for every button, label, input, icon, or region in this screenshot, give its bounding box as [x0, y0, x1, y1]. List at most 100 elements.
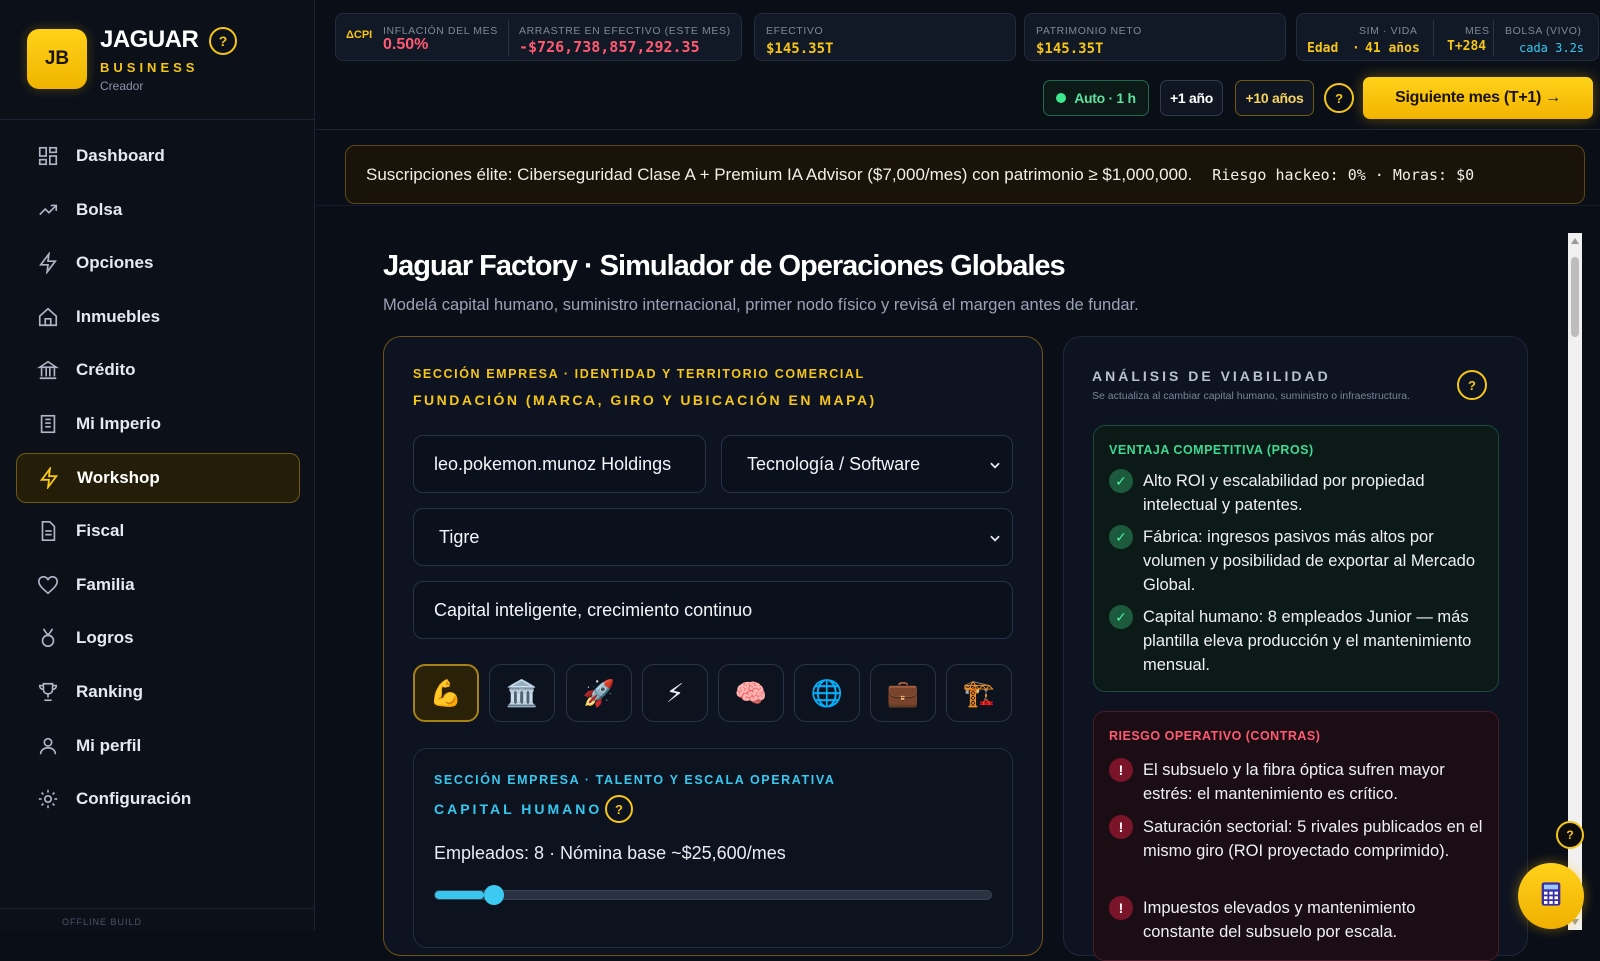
- sidebar-item-dashboard[interactable]: Dashboard: [16, 131, 300, 181]
- sidebar-item-opciones[interactable]: Opciones: [16, 238, 300, 288]
- sidebar-item-inmuebles[interactable]: Inmuebles: [16, 292, 300, 342]
- employees-slider[interactable]: [434, 885, 992, 905]
- user-icon: [36, 734, 60, 758]
- check-icon: ✓: [1109, 469, 1133, 493]
- pro-text: Alto ROI y escalabilidad por propiedad i…: [1143, 472, 1425, 514]
- sidebar-item-logros[interactable]: Logros: [16, 613, 300, 663]
- month-value: T+284: [1447, 39, 1487, 54]
- brand-name: JAGUAR: [100, 26, 199, 53]
- identity-section-tag: SECCIÓN EMPRESA · IDENTIDAD Y TERRITORIO…: [413, 367, 865, 381]
- help-icon[interactable]: ?: [605, 795, 633, 823]
- viability-title: ANÁLISIS DE VIABILIDAD: [1092, 368, 1331, 384]
- cons-title: RIESGO OPERATIVO (CONTRAS): [1109, 729, 1321, 743]
- check-icon: ✓: [1109, 605, 1133, 629]
- help-icon[interactable]: ?: [1324, 83, 1354, 113]
- auto-label: Auto · 1 h: [1074, 90, 1136, 106]
- sidebar-item-label: Mi Imperio: [76, 413, 162, 433]
- scroll-up-icon[interactable]: [1571, 238, 1579, 244]
- rocket-icon[interactable]: 🚀: [566, 664, 632, 722]
- month-label: MES: [1465, 25, 1490, 37]
- top-bar: ΔCPI INFLACIÓN DEL MES 0.50% ARRASTRE EN…: [316, 0, 1600, 130]
- bank-icon[interactable]: 🏛️: [489, 664, 555, 722]
- sidebar-item-configuracion[interactable]: Configuración: [16, 774, 300, 824]
- sidebar-item-label: Dashboard: [76, 146, 165, 165]
- sidebar-item-ranking[interactable]: Ranking: [16, 667, 300, 717]
- cash-value: $145.35T: [766, 41, 834, 57]
- slider-thumb[interactable]: [484, 885, 504, 905]
- location-select-value: Tigre: [439, 526, 480, 547]
- scroll-thumb[interactable]: [1571, 257, 1579, 337]
- help-icon[interactable]: ?: [209, 27, 237, 55]
- sidebar-item-label: Inmuebles: [76, 306, 161, 326]
- globe-icon[interactable]: 🌐: [794, 664, 860, 722]
- stock-value: cada 3.2s: [1519, 41, 1585, 55]
- construction-icon[interactable]: 🏗️: [946, 664, 1012, 722]
- page-subtitle: Modelá capital humano, suministro intern…: [383, 296, 1139, 314]
- chevron-down-icon: [988, 529, 1002, 550]
- con-text: Impuestos elevados y mantenimiento const…: [1143, 899, 1416, 941]
- heart-icon: [36, 573, 60, 597]
- brand-logo[interactable]: JB: [27, 29, 87, 89]
- footer-build: OFFLINE BUILD: [0, 908, 315, 930]
- page-title: Jaguar Factory · Simulador de Operacione…: [383, 250, 1066, 282]
- bolt-icon: [36, 251, 60, 275]
- alert-icon: !: [1109, 758, 1133, 782]
- gear-icon: [36, 787, 60, 811]
- muscle-icon[interactable]: 💪: [413, 664, 479, 722]
- home-icon: [36, 305, 60, 329]
- list-item: ✓ Fábrica: ingresos pasivos más altos po…: [1109, 525, 1489, 597]
- live-dot-icon: [1056, 93, 1067, 103]
- slogan-input[interactable]: Capital inteligente, crecimiento continu…: [413, 581, 1013, 639]
- medal-icon: [36, 626, 60, 650]
- briefcase-icon[interactable]: 💼: [870, 664, 936, 722]
- divider: [1493, 20, 1494, 56]
- cons-box: RIESGO OPERATIVO (CONTRAS) ! El subsuelo…: [1093, 711, 1499, 961]
- document-icon: [36, 519, 60, 543]
- auto-advance-button[interactable]: Auto · 1 h: [1043, 80, 1149, 116]
- sidebar-nav: Dashboard Bolsa Opciones Inmuebles Crédi…: [16, 131, 300, 828]
- cash-label: EFECTIVO: [766, 25, 824, 37]
- drag-label: ARRASTRE EN EFECTIVO (ESTE MES): [519, 25, 731, 37]
- sidebar-item-mi-perfil[interactable]: Mi perfil: [16, 721, 300, 771]
- plus-one-year-button[interactable]: +1 año: [1160, 80, 1223, 116]
- list-item: ! Saturación sectorial: 5 rivales public…: [1109, 815, 1489, 863]
- alert-icon: !: [1109, 815, 1133, 839]
- sidebar-item-fiscal[interactable]: Fiscal: [16, 506, 300, 556]
- drag-value: -$726,738,857,292.35: [519, 38, 700, 56]
- networth-label: PATRIMONIO NETO: [1036, 25, 1142, 37]
- cpi-badge: ΔCPI: [346, 29, 373, 41]
- sidebar-item-label: Logros: [76, 628, 134, 648]
- company-name-input[interactable]: leo.pokemon.munoz Holdings: [413, 435, 706, 493]
- check-icon: ✓: [1109, 525, 1133, 549]
- sim-age-label: Edad: [1307, 41, 1339, 56]
- talent-section-tag: SECCIÓN EMPRESA · TALENTO Y ESCALA OPERA…: [434, 773, 836, 787]
- sector-select[interactable]: Tecnología / Software: [721, 435, 1013, 493]
- list-item: ! Impuestos elevados y mantenimiento con…: [1109, 896, 1489, 944]
- location-select[interactable]: Tigre: [413, 508, 1013, 566]
- help-icon[interactable]: ?: [1556, 821, 1584, 849]
- sidebar-item-workshop[interactable]: Workshop: [16, 452, 300, 503]
- help-icon[interactable]: ?: [1457, 370, 1487, 400]
- lightning-icon[interactable]: ⚡: [642, 664, 708, 722]
- trophy-icon: [36, 680, 60, 704]
- sidebar-item-label: Configuración: [76, 789, 192, 809]
- sidebar-item-mi-imperio[interactable]: Mi Imperio: [16, 399, 300, 449]
- slider-fill: [435, 891, 484, 899]
- list-item: ✓ Alto ROI y escalabilidad por propiedad…: [1109, 469, 1489, 517]
- user-role: Creador: [100, 79, 144, 93]
- divider: [1433, 20, 1434, 56]
- calculator-button[interactable]: [1518, 863, 1584, 929]
- sidebar-item-bolsa[interactable]: Bolsa: [16, 185, 300, 235]
- next-month-button[interactable]: Siguiente mes (T+1) →: [1363, 77, 1593, 119]
- sim-age-value: 41 años: [1365, 41, 1420, 56]
- sidebar-item-familia[interactable]: Familia: [16, 560, 300, 610]
- networth-card: PATRIMONIO NETO $145.35T: [1024, 13, 1286, 61]
- sidebar-item-label: Familia: [76, 574, 135, 594]
- pro-text: Capital humano: 8 empleados Junior — más…: [1143, 608, 1472, 674]
- pros-box: VENTAJA COMPETITIVA (PROS) ✓ Alto ROI y …: [1093, 425, 1499, 692]
- plus-ten-years-button[interactable]: +10 años: [1235, 80, 1314, 116]
- brain-icon[interactable]: 🧠: [718, 664, 784, 722]
- brand-subtitle: BUSINESS: [100, 60, 199, 75]
- pro-text: Fábrica: ingresos pasivos más altos por …: [1143, 528, 1476, 594]
- sidebar-item-credito[interactable]: Crédito: [16, 345, 300, 395]
